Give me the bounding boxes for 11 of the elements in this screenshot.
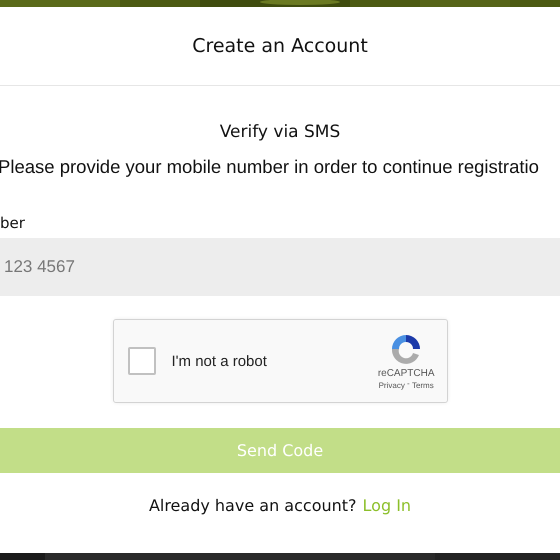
field-label: ber bbox=[0, 214, 25, 232]
section-heading: Verify via SMS bbox=[220, 122, 340, 142]
recaptcha-brand: reCAPTCHA bbox=[378, 368, 434, 379]
captcha-label: I'm not a robot bbox=[172, 352, 268, 370]
dialog-title: Create an Account bbox=[192, 35, 368, 57]
login-prompt: Already have an account? bbox=[148, 496, 357, 515]
terms-link[interactable]: Terms bbox=[412, 381, 434, 390]
phone-input-field[interactable]: 123 4567 bbox=[0, 238, 560, 296]
privacy-link[interactable]: Privacy bbox=[378, 381, 405, 390]
link-separator: - bbox=[406, 379, 411, 390]
captcha-checkbox[interactable] bbox=[128, 347, 156, 375]
